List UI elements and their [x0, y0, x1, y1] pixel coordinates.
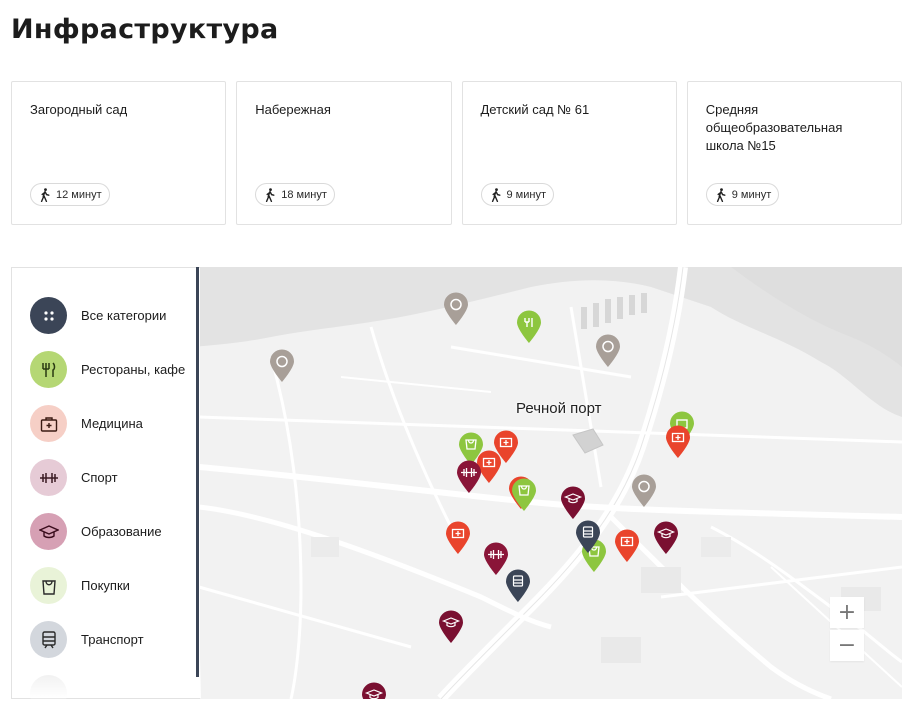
restaurant-pin[interactable] [516, 310, 542, 344]
place-card[interactable]: Загородный сад 12 минут [11, 81, 227, 225]
category-legend: Все категории Рестораны, кафе Медицина С… [11, 267, 201, 699]
minus-icon: − [837, 632, 857, 658]
medicine-pin[interactable] [614, 529, 640, 563]
category-medicine[interactable]: Медицина [30, 405, 143, 442]
transport-pin[interactable] [505, 569, 531, 603]
place-title: Набережная [255, 102, 331, 117]
legend-fade [12, 658, 201, 698]
fork-knife-icon [30, 351, 67, 388]
place-title: Загородный сад [30, 102, 128, 117]
place-card[interactable]: Набережная 18 минут [236, 81, 452, 225]
medicine-pin[interactable] [445, 521, 471, 555]
place-title: Средняя общеобразовательная школа №15 [705, 102, 843, 153]
walk-time-badge: 12 минут [30, 183, 110, 206]
medicine-pin[interactable] [665, 425, 691, 459]
legend-scrollbar[interactable] [196, 267, 199, 677]
category-sport[interactable]: Спорт [30, 459, 118, 496]
place-card[interactable]: Средняя общеобразовательная школа №15 9 … [686, 81, 902, 225]
walk-time-text: 18 минут [281, 188, 327, 201]
category-restaurants[interactable]: Рестораны, кафе [30, 351, 185, 388]
category-label: Образование [81, 524, 162, 539]
walking-person-icon [266, 187, 275, 202]
education-pin[interactable] [361, 682, 387, 699]
category-label: Покупки [81, 578, 130, 593]
walk-time-text: 9 минут [731, 188, 772, 201]
shopping-bag-icon [30, 567, 67, 604]
walking-person-icon [40, 187, 50, 202]
category-shopping[interactable]: Покупки [30, 567, 130, 604]
category-label: Медицина [81, 416, 143, 431]
landmark-pin[interactable] [595, 334, 621, 368]
walk-time-badge: 18 минут [255, 183, 335, 206]
landmark-pin[interactable] [269, 349, 295, 383]
landmark-pin[interactable] [443, 292, 469, 326]
landmark-pin[interactable] [631, 474, 657, 508]
transport-pin[interactable] [575, 520, 601, 554]
zoom-controls: + − [830, 597, 864, 661]
category-label: Рестораны, кафе [81, 362, 186, 377]
dumbbell-icon [30, 459, 67, 496]
zoom-out-button[interactable]: − [830, 630, 864, 661]
walking-person-icon [716, 187, 726, 202]
shopping-pin[interactable] [511, 478, 537, 512]
zoom-in-button[interactable]: + [830, 597, 864, 628]
graduation-cap-icon [30, 513, 67, 550]
education-pin[interactable] [438, 610, 464, 644]
category-label: Спорт [81, 470, 118, 485]
education-pin[interactable] [560, 486, 586, 520]
sport-pin[interactable] [456, 460, 482, 494]
infrastructure-map[interactable]: Все категории Рестораны, кафе Медицина С… [11, 267, 902, 699]
dots-icon [30, 297, 67, 334]
place-card[interactable]: Детский сад № 61 9 минут [461, 81, 677, 225]
places-cards: Загородный сад 12 минут Набережная 18 ми… [11, 81, 902, 225]
education-pin[interactable] [653, 521, 679, 555]
medical-kit-icon [30, 405, 67, 442]
category-label: Транспорт [81, 632, 144, 647]
page-title: Инфраструктура [11, 14, 279, 45]
plus-icon: + [837, 599, 857, 625]
category-transport[interactable]: Транспорт [30, 621, 144, 658]
category-all[interactable]: Все категории [30, 297, 166, 334]
map-place-label: Речной порт [516, 400, 602, 417]
train-icon [30, 621, 67, 658]
category-label: Все категории [81, 308, 167, 323]
walk-time-badge: 9 минут [480, 183, 554, 206]
category-education[interactable]: Образование [30, 513, 162, 550]
walk-time-badge: 9 минут [705, 183, 780, 206]
walk-time-text: 9 минут [506, 188, 547, 201]
walk-time-text: 12 минут [56, 188, 102, 201]
place-title: Детский сад № 61 [480, 102, 590, 117]
walking-person-icon [491, 187, 500, 202]
